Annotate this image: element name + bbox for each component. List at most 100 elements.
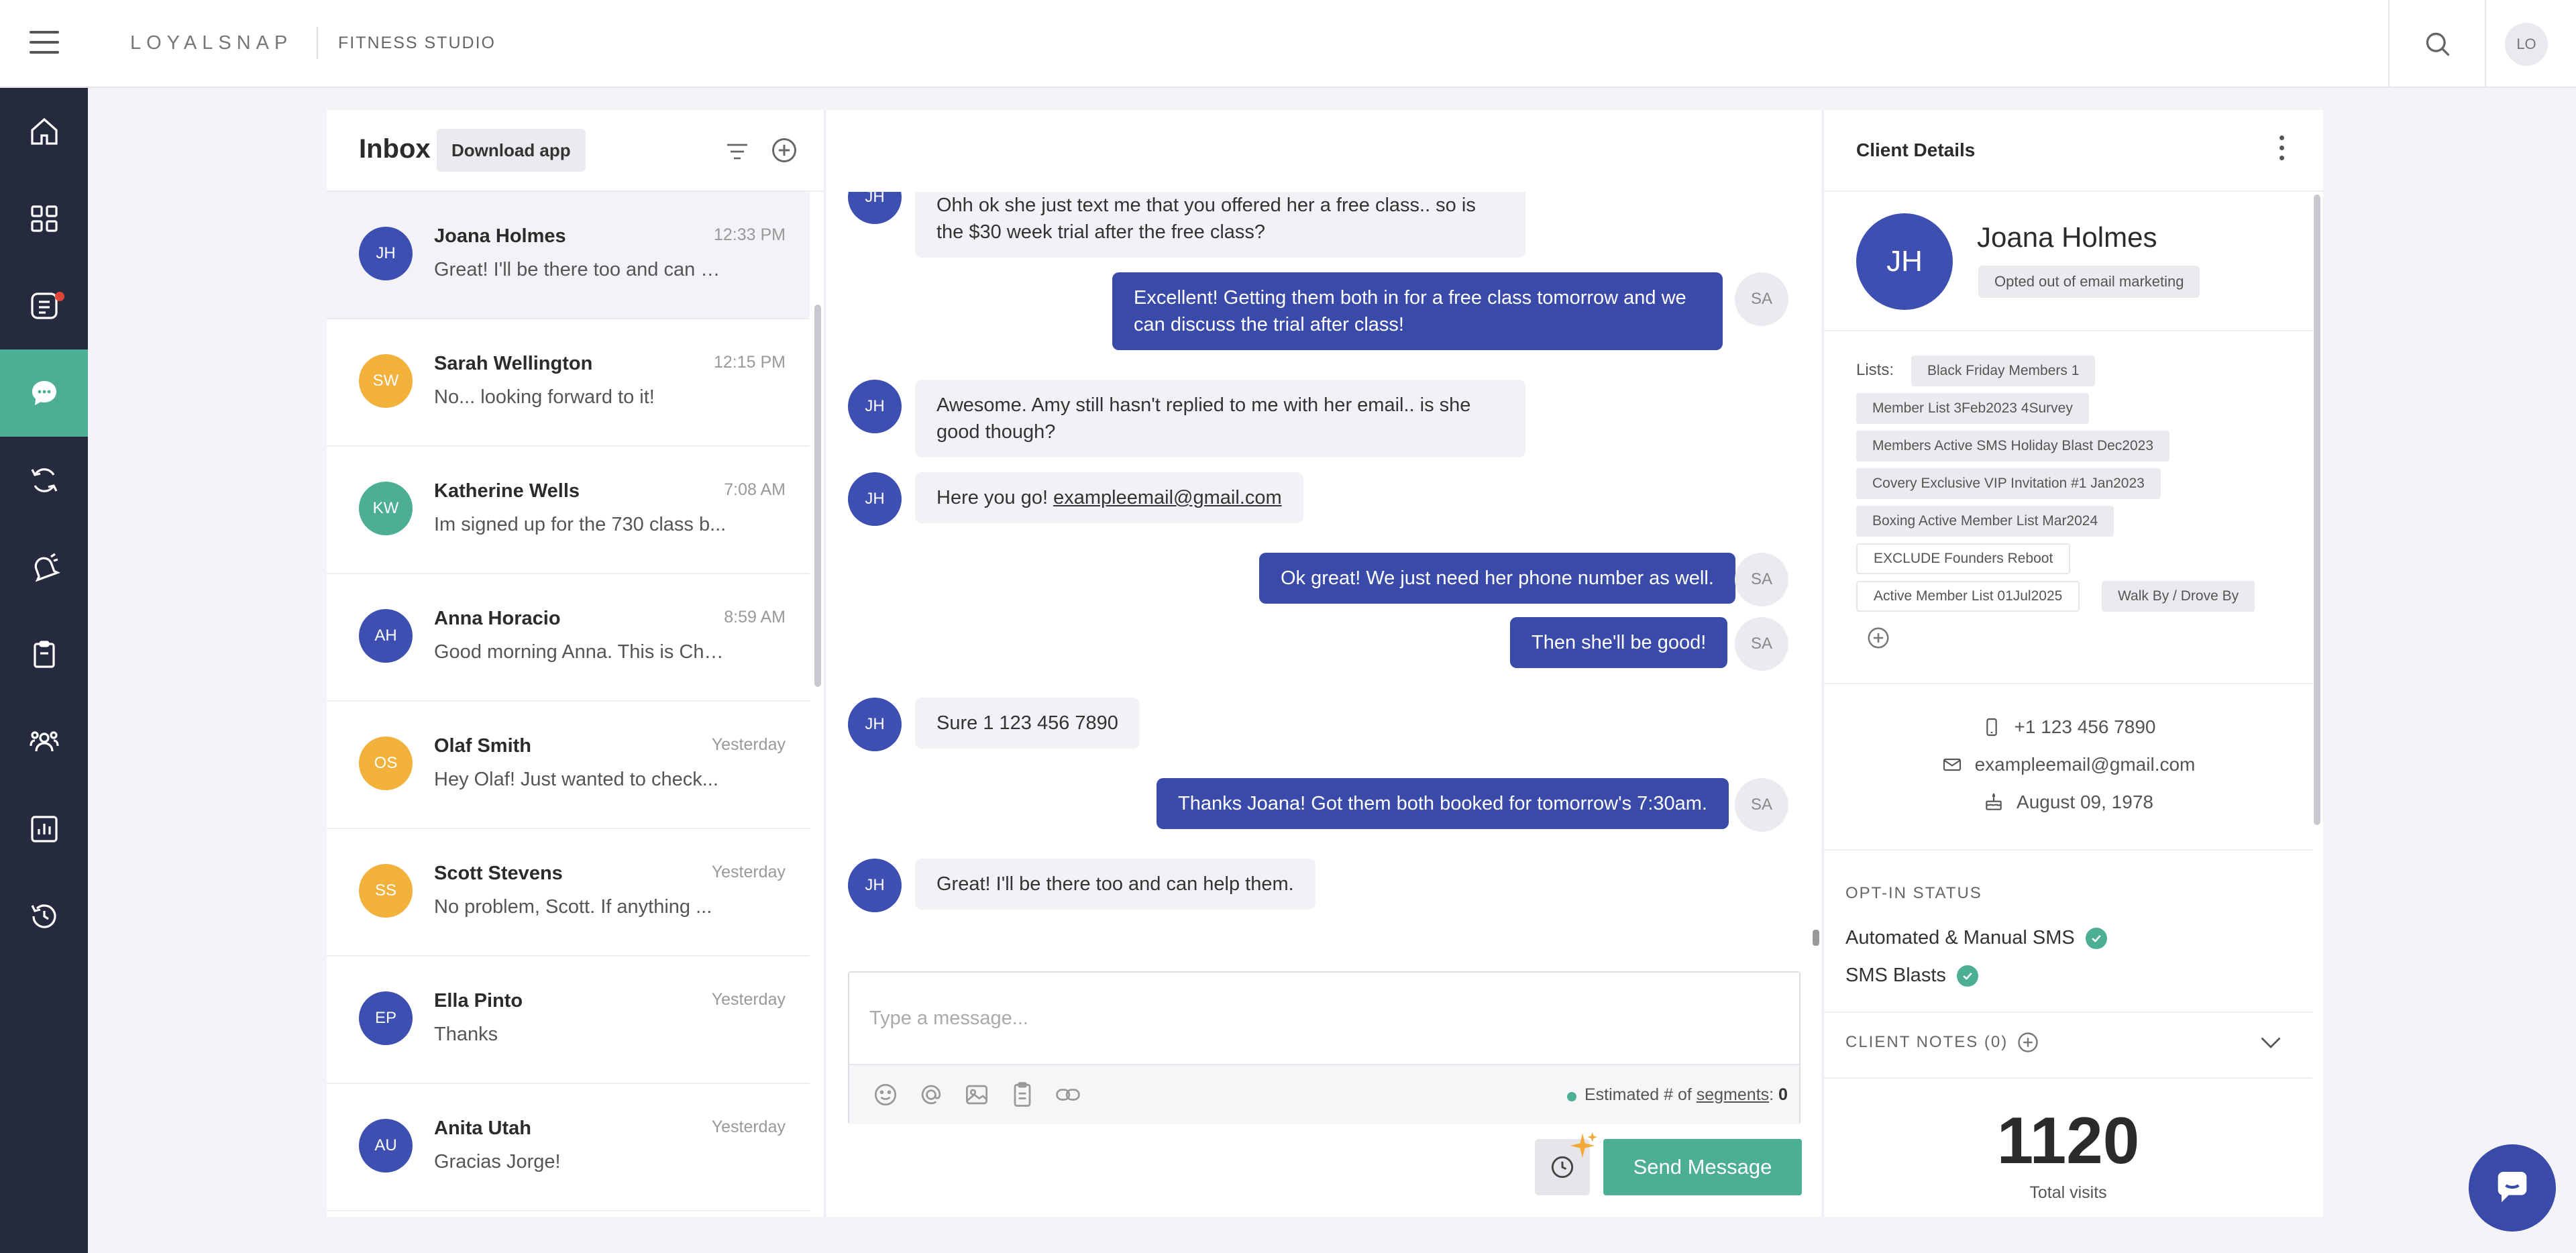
message-text: Here you go! [936,487,1054,508]
segments-prefix: Estimated # of [1585,1085,1697,1104]
message-time: Yesterday [711,735,786,754]
conversation-item[interactable]: SS Scott Stevens Yesterday No problem, S… [327,829,810,957]
message-time: Yesterday [711,863,786,881]
message-bubble: Thanks Joana! Got them both booked for t… [1157,778,1729,829]
filter-icon[interactable] [724,138,751,165]
conversation-item[interactable]: KW Katherine Wells 7:08 AM Im signed up … [327,447,810,574]
nav-tasks[interactable] [0,262,88,349]
status-dot [1567,1092,1576,1101]
chat-scrollbar[interactable] [1813,930,1819,946]
conversation-item[interactable]: OS Olaf Smith Yesterday Hey Olaf! Just w… [327,702,810,829]
message-preview: No... looking forward to it! [434,386,655,408]
message-time: Yesterday [711,1118,786,1136]
message-preview: Gracias Jorge! [434,1151,561,1173]
bell-icon [34,553,60,582]
mention-icon[interactable] [916,1080,946,1109]
message-time: 7:08 AM [724,480,786,499]
nav-dashboard[interactable] [0,175,88,262]
nav-reports[interactable] [0,785,88,873]
list-tag[interactable]: EXCLUDE Founders Reboot [1856,543,2071,574]
check-icon [1956,965,1978,987]
chat-icon [32,381,56,405]
search-icon[interactable] [2423,30,2453,59]
studio-name: FITNESS STUDIO [338,34,496,52]
add-list-icon[interactable] [1866,625,1891,651]
total-visits-label: Total visits [2029,1183,2107,1202]
user-avatar[interactable]: LO [2505,23,2548,66]
new-conversation-icon[interactable] [769,135,799,165]
brand-logo[interactable]: LOYALSNAP [130,32,292,54]
nav-automations[interactable] [0,437,88,524]
divider [1824,683,2312,684]
image-icon[interactable] [962,1080,991,1109]
list-tag[interactable]: Covery Exclusive VIP Invitation #1 Jan20… [1856,468,2161,499]
client-phone[interactable]: +1 123 456 7890 [2015,716,2156,738]
support-chat-button[interactable] [2469,1144,2556,1232]
segments-separator: : [1769,1085,1779,1104]
list-tag[interactable]: Members Active SMS Holiday Blast Dec2023 [1856,431,2170,461]
conversation-item[interactable]: AU Anita Utah Yesterday Gracias Jorge! [327,1084,810,1211]
client-name: Joana Holmes [1977,221,2157,253]
nav-home[interactable] [0,88,88,175]
client-details-panel: Client Details JH Joana Holmes Opted out… [1823,110,2323,1217]
list-tag[interactable]: Black Friday Members 1 [1911,356,2096,386]
conversation-item[interactable]: SW Sarah Wellington 12:15 PM No... looki… [327,319,810,447]
nav-campaigns[interactable] [0,524,88,611]
email-icon [1943,758,1961,771]
avatar: JH [848,380,902,433]
list-tag[interactable]: Active Member List 01Jul2025 [1856,581,2080,612]
divider [1824,849,2312,851]
chat-bubble-icon [2498,1172,2527,1203]
add-note-icon[interactable] [2016,1030,2040,1054]
list-tag[interactable]: Member List 3Feb2023 4Survey [1856,393,2089,424]
message-time: 8:59 AM [724,608,786,626]
template-icon[interactable] [1008,1080,1037,1109]
message-preview: No problem, Scott. If anything ... [434,896,712,918]
conversation-list: JH Joana Holmes 12:33 PM Great! I'll be … [327,192,810,1211]
avatar: SS [359,864,413,918]
client-notes-title[interactable]: CLIENT NOTES (0) [1845,1033,2008,1052]
client-avatar: JH [1856,213,1953,310]
avatar: SA [1735,778,1788,832]
client-email[interactable]: exampleemail@gmail.com [1975,754,2196,775]
link-icon[interactable] [1053,1080,1083,1109]
contact-name: Olaf Smith [434,735,532,757]
more-options-icon[interactable] [2275,135,2288,165]
inbox-scrollbar[interactable] [814,305,821,687]
download-app-button[interactable]: Download app [437,129,586,172]
message-time: 12:33 PM [713,225,786,244]
contact-name: Ella Pinto [434,990,523,1012]
details-scrollbar[interactable] [2314,195,2320,825]
nav-messages[interactable] [0,349,88,437]
nav-history[interactable] [0,873,88,960]
email-link[interactable]: exampleemail@gmail.com [1053,487,1282,508]
avatar: AH [359,609,413,663]
email-row: exampleemail@gmail.com [1824,754,2312,775]
list-tag[interactable]: Walk By / Drove By [2102,581,2255,612]
brand-divider [317,27,318,59]
phone-icon [1986,718,1997,737]
divider [1824,330,2312,331]
segments-link[interactable]: segments [1697,1085,1769,1104]
conversation-item[interactable]: EP Ella Pinto Yesterday Thanks [327,957,810,1084]
message-input[interactable] [849,973,1799,1064]
emoji-icon[interactable] [871,1080,900,1109]
conversation-item[interactable]: AH Anna Horacio 8:59 AM Good morning Ann… [327,574,810,702]
chevron-down-icon[interactable] [2259,1033,2283,1053]
contact-name: Sarah Wellington [434,353,593,374]
list-tag[interactable]: Boxing Active Member List Mar2024 [1856,506,2114,537]
nav-forms[interactable] [0,611,88,698]
chat-panel: JH Ohh ok she just text me that you offe… [826,110,1821,1217]
sparkle-icon [1570,1132,1597,1158]
conversation-item[interactable]: JH Joana Holmes 12:33 PM Great! I'll be … [327,192,810,319]
send-message-button[interactable]: Send Message [1603,1139,1802,1195]
avatar: JH [359,227,413,280]
nav-clients[interactable] [0,698,88,785]
clipboard-icon [33,641,55,668]
community-icon [29,731,59,752]
avatar: JH [848,472,902,526]
grid-icon [30,205,58,232]
avatar: OS [359,737,413,790]
chart-icon [30,816,58,842]
menu-icon[interactable] [30,31,59,55]
